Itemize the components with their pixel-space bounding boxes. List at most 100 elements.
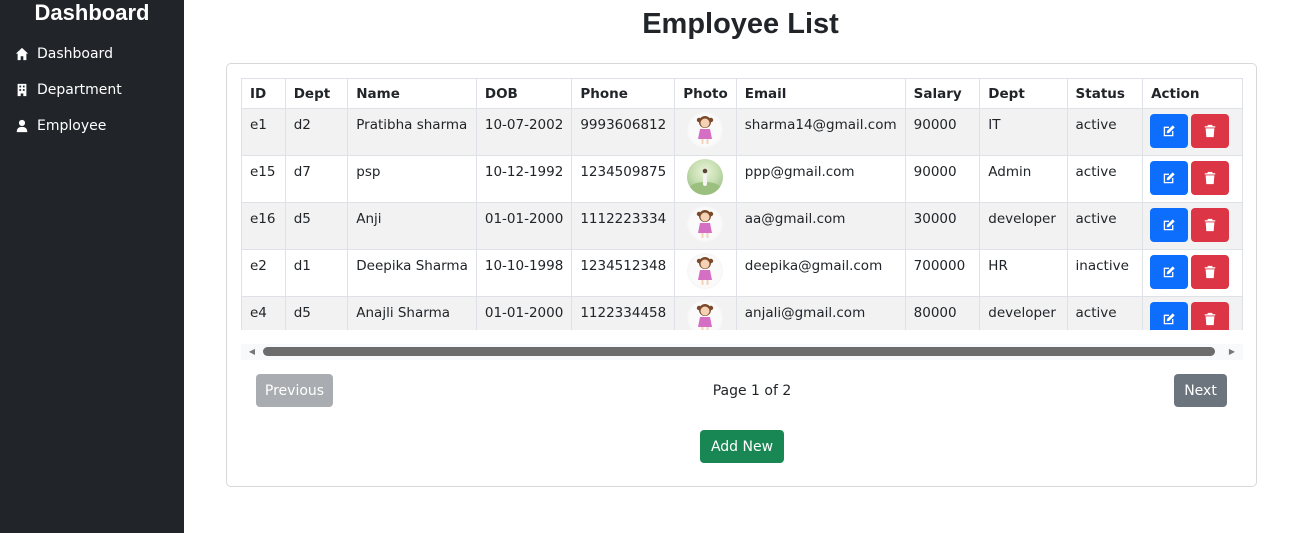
cell-phone: 9993606812 bbox=[571, 108, 676, 156]
cell-dob: 01-01-2000 bbox=[475, 296, 573, 330]
cell-photo bbox=[674, 155, 737, 203]
sidebar-item-label: Employee bbox=[37, 118, 107, 134]
sidebar-item-label: Dashboard bbox=[37, 46, 113, 62]
cell-dept-id: d2 bbox=[284, 108, 349, 156]
sidebar: Dashboard Dashboard Department Employee bbox=[0, 0, 184, 533]
column-header[interactable]: Photo bbox=[674, 78, 737, 109]
cell-dob: 10-10-1998 bbox=[475, 249, 573, 297]
sidebar-item-employee[interactable]: Employee bbox=[0, 108, 184, 144]
cell-phone: 1112223334 bbox=[571, 202, 676, 250]
column-header[interactable]: DOB bbox=[475, 78, 573, 109]
cell-dept: Admin bbox=[979, 155, 1068, 203]
cell-dept: developer bbox=[979, 296, 1068, 330]
cell-action bbox=[1142, 296, 1243, 330]
edit-icon bbox=[1162, 171, 1176, 185]
cell-dob: 01-01-2000 bbox=[475, 202, 573, 250]
cell-id: e1 bbox=[241, 108, 286, 156]
column-header[interactable]: Dept bbox=[284, 78, 349, 109]
delete-button[interactable] bbox=[1191, 302, 1230, 330]
table-header-row: ID Dept Name DOB Phone Photo Email Salar… bbox=[241, 78, 1243, 109]
delete-button[interactable] bbox=[1191, 161, 1230, 195]
employee-table: ID Dept Name DOB Phone Photo Email Salar… bbox=[241, 78, 1243, 330]
column-header[interactable]: Email bbox=[735, 78, 906, 109]
cell-photo bbox=[674, 249, 737, 297]
cell-name: Anajli Sharma bbox=[347, 296, 477, 330]
delete-button[interactable] bbox=[1191, 114, 1230, 148]
cell-dept: IT bbox=[979, 108, 1068, 156]
cell-name: Pratibha sharma bbox=[347, 108, 477, 156]
cell-photo bbox=[674, 108, 737, 156]
employee-photo bbox=[687, 159, 724, 195]
edit-icon bbox=[1162, 265, 1176, 279]
employee-avatar bbox=[687, 206, 724, 242]
sidebar-nav: Dashboard Department Employee bbox=[0, 36, 184, 144]
sidebar-item-dashboard[interactable]: Dashboard bbox=[0, 36, 184, 72]
edit-icon bbox=[1162, 124, 1176, 138]
table-row: e15 d7 psp 10-12-1992 1234509875 ppp@gmail.co… bbox=[241, 155, 1243, 203]
cell-id: e15 bbox=[241, 155, 286, 203]
cell-action bbox=[1142, 202, 1243, 250]
employee-avatar bbox=[687, 112, 724, 148]
cell-phone: 1122334458 bbox=[571, 296, 676, 330]
delete-button[interactable] bbox=[1191, 255, 1230, 289]
column-header[interactable]: Status bbox=[1066, 78, 1144, 109]
edit-button[interactable] bbox=[1150, 161, 1189, 195]
edit-button[interactable] bbox=[1150, 302, 1189, 330]
cell-dept: HR bbox=[979, 249, 1068, 297]
cell-dept-id: d5 bbox=[284, 202, 349, 250]
trash-icon bbox=[1203, 265, 1217, 279]
trash-icon bbox=[1203, 312, 1217, 326]
edit-button[interactable] bbox=[1150, 114, 1189, 148]
previous-button[interactable]: Previous bbox=[256, 374, 333, 407]
add-new-button[interactable]: Add New bbox=[700, 430, 784, 463]
cell-salary: 30000 bbox=[904, 202, 981, 250]
sidebar-item-department[interactable]: Department bbox=[0, 72, 184, 108]
page-indicator: Page 1 of 2 bbox=[712, 383, 792, 399]
edit-button[interactable] bbox=[1150, 208, 1189, 242]
table-row: e4 d5 Anajli Sharma 01-01-2000 1122334458 anj… bbox=[241, 296, 1243, 330]
table-row: e1 d2 Pratibha sharma 10-07-2002 9993606812 s… bbox=[241, 108, 1243, 156]
cell-email: aa@gmail.com bbox=[735, 202, 906, 250]
cell-action bbox=[1142, 249, 1243, 297]
cell-phone: 1234512348 bbox=[571, 249, 676, 297]
cell-id: e4 bbox=[241, 296, 286, 330]
edit-icon bbox=[1162, 218, 1176, 232]
cell-email: deepika@gmail.com bbox=[735, 249, 906, 297]
cell-status: inactive bbox=[1066, 249, 1144, 297]
cell-action bbox=[1142, 155, 1243, 203]
cell-dept-id: d7 bbox=[284, 155, 349, 203]
next-button[interactable]: Next bbox=[1174, 374, 1227, 407]
cell-salary: 90000 bbox=[904, 155, 981, 203]
scroll-right-icon[interactable]: ▶ bbox=[1227, 347, 1237, 357]
sidebar-item-label: Department bbox=[37, 82, 122, 98]
cell-status: active bbox=[1066, 155, 1144, 203]
building-icon bbox=[15, 83, 29, 97]
delete-button[interactable] bbox=[1191, 208, 1230, 242]
cell-salary: 90000 bbox=[904, 108, 981, 156]
column-header[interactable]: ID bbox=[241, 78, 286, 109]
column-header[interactable]: Phone bbox=[571, 78, 676, 109]
trash-icon bbox=[1203, 171, 1217, 185]
cell-email: sharma14@gmail.com bbox=[735, 108, 906, 156]
cell-photo bbox=[674, 202, 737, 250]
cell-dob: 10-07-2002 bbox=[475, 108, 573, 156]
table-row: e2 d1 Deepika Sharma 10-10-1998 1234512348 de… bbox=[241, 249, 1243, 297]
scroll-left-icon[interactable]: ◀ bbox=[247, 347, 257, 357]
column-header[interactable]: Salary bbox=[904, 78, 981, 109]
horizontal-scrollbar[interactable]: ◀ ▶ bbox=[241, 344, 1243, 360]
cell-email: anjali@gmail.com bbox=[735, 296, 906, 330]
user-tie-icon bbox=[15, 119, 29, 133]
home-icon bbox=[15, 47, 29, 61]
sidebar-title: Dashboard bbox=[34, 0, 150, 25]
employee-avatar bbox=[687, 253, 724, 289]
cell-name: Deepika Sharma bbox=[347, 249, 477, 297]
column-header[interactable]: Action bbox=[1142, 78, 1243, 109]
trash-icon bbox=[1203, 124, 1217, 138]
cell-status: active bbox=[1066, 108, 1144, 156]
scrollbar-thumb[interactable] bbox=[263, 347, 1215, 356]
cell-dob: 10-12-1992 bbox=[475, 155, 573, 203]
column-header[interactable]: Name bbox=[347, 78, 477, 109]
column-header[interactable]: Dept bbox=[979, 78, 1068, 109]
cell-id: e2 bbox=[241, 249, 286, 297]
edit-button[interactable] bbox=[1150, 255, 1189, 289]
